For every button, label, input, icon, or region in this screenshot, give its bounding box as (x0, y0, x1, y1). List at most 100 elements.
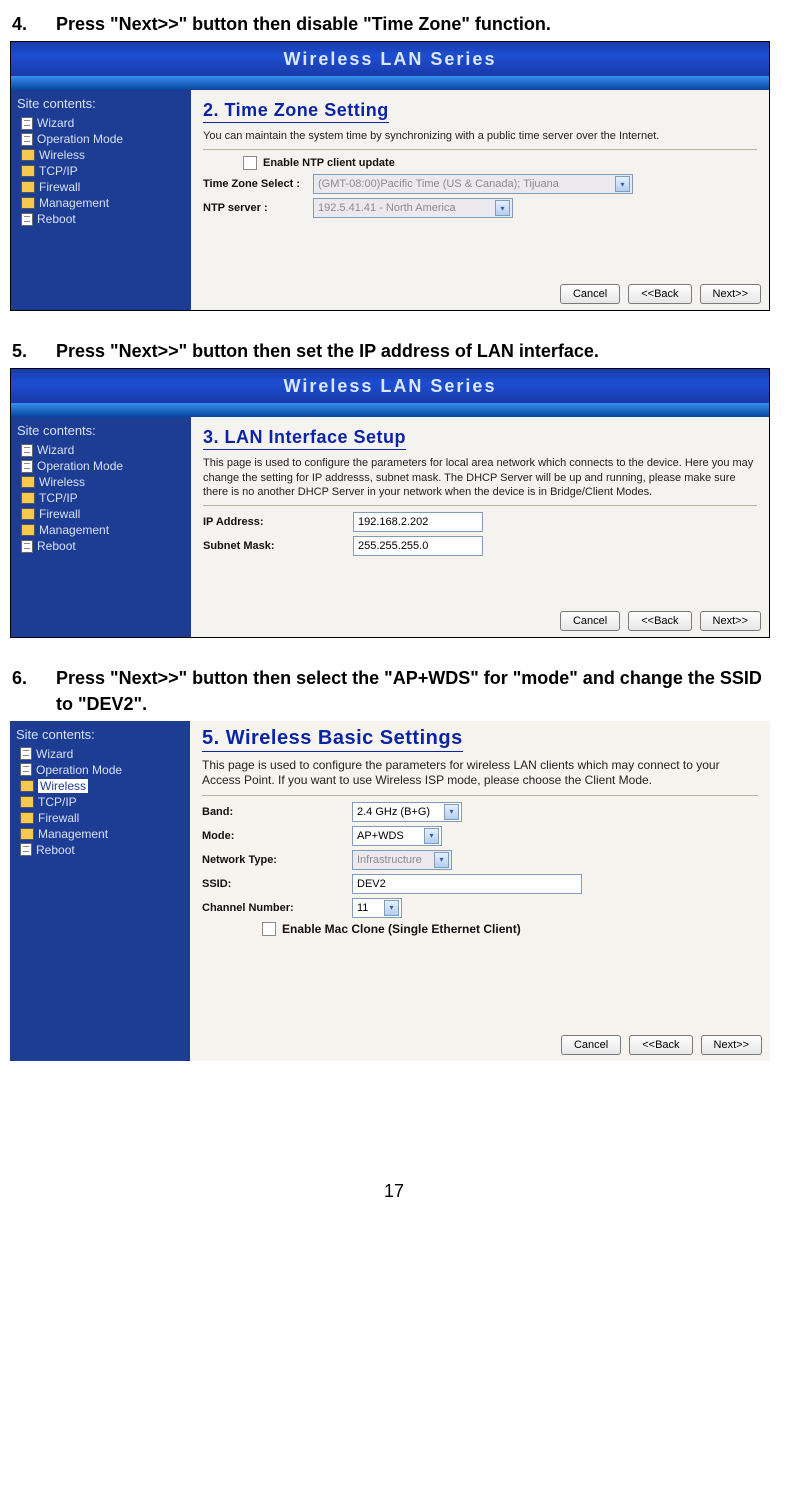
tz-select[interactable]: (GMT-08:00)Pacific Time (US & Canada); T… (313, 174, 633, 194)
step6-instruction: 6. Press "Next>>" button then select the… (10, 664, 778, 720)
section-title: 3. LAN Interface Setup (203, 427, 406, 450)
mode-label: Mode: (202, 830, 352, 842)
band-label: Band: (202, 806, 352, 818)
content-area: 5. Wireless Basic Settings This page is … (190, 721, 770, 1061)
sidebar-title: Site contents: (17, 423, 187, 438)
page-icon (20, 747, 32, 760)
folder-icon (21, 165, 35, 177)
band-select[interactable]: 2.4 GHz (B+G) ▾ (352, 802, 462, 822)
channel-label: Channel Number: (202, 902, 352, 914)
sidebar-item-tcpip[interactable]: TCP/IP (15, 163, 187, 179)
page-icon (21, 540, 33, 553)
chevron-down-icon: ▾ (424, 828, 439, 844)
folder-icon (21, 524, 35, 536)
sidebar-title: Site contents: (17, 96, 187, 111)
step4-instruction: 4. Press "Next>>" button then disable "T… (10, 10, 778, 41)
content-area: 2. Time Zone Setting You can maintain th… (191, 90, 769, 310)
step4-number: 4. (10, 12, 56, 37)
sidebar-item-reboot[interactable]: Reboot (15, 211, 187, 227)
cancel-button[interactable]: Cancel (560, 611, 620, 631)
sidebar-item-management[interactable]: Management (15, 195, 187, 211)
chevron-down-icon: ▾ (495, 200, 510, 216)
ntp-select[interactable]: 192.5.41.41 - North America ▾ (313, 198, 513, 218)
screenshot-step4: Wireless LAN Series Site contents: Wizar… (10, 41, 770, 311)
folder-icon (21, 476, 35, 488)
button-bar: Cancel <<Back Next>> (561, 1035, 762, 1055)
chevron-down-icon: ▾ (384, 900, 399, 916)
page-icon (21, 213, 33, 226)
button-bar: Cancel <<Back Next>> (560, 611, 761, 631)
mask-label: Subnet Mask: (203, 540, 353, 552)
banner-stripe (11, 76, 769, 90)
page-icon (20, 763, 32, 776)
ip-label: IP Address: (203, 516, 353, 528)
page-icon (21, 444, 33, 457)
sidebar: Site contents: Wizard Operation Mode Wir… (11, 90, 191, 310)
sidebar-item-opmode[interactable]: Operation Mode (15, 131, 187, 147)
sidebar-item-firewall[interactable]: Firewall (14, 810, 186, 826)
section-desc: This page is used to configure the param… (202, 758, 758, 789)
back-button[interactable]: <<Back (628, 611, 691, 631)
sidebar-item-wireless[interactable]: Wireless (14, 778, 186, 794)
sidebar-item-wireless[interactable]: Wireless (15, 147, 187, 163)
cancel-button[interactable]: Cancel (560, 284, 620, 304)
enable-ntp-checkbox[interactable] (243, 156, 257, 170)
chevron-down-icon: ▾ (434, 852, 449, 868)
sidebar-item-opmode[interactable]: Operation Mode (14, 762, 186, 778)
folder-icon (20, 812, 34, 824)
sidebar-item-tcpip[interactable]: TCP/IP (15, 490, 187, 506)
sidebar-item-management[interactable]: Management (14, 826, 186, 842)
banner: Wireless LAN Series (11, 369, 769, 403)
page-icon (21, 460, 33, 473)
step5-text: Press "Next>>" button then set the IP ad… (56, 339, 778, 364)
chevron-down-icon: ▾ (444, 804, 459, 820)
page-icon (20, 843, 32, 856)
sidebar-item-wizard[interactable]: Wizard (14, 746, 186, 762)
folder-icon (20, 828, 34, 840)
section-desc: You can maintain the system time by sync… (203, 129, 757, 143)
folder-icon (21, 181, 35, 193)
sidebar-item-management[interactable]: Management (15, 522, 187, 538)
folder-icon (21, 149, 35, 161)
sidebar-item-reboot[interactable]: Reboot (14, 842, 186, 858)
step5-number: 5. (10, 339, 56, 364)
step5-instruction: 5. Press "Next>>" button then set the IP… (10, 337, 778, 368)
screenshot-step5: Wireless LAN Series Site contents: Wizar… (10, 368, 770, 638)
ip-input[interactable] (353, 512, 483, 532)
mode-select[interactable]: AP+WDS ▾ (352, 826, 442, 846)
sidebar: Site contents: Wizard Operation Mode Wir… (10, 721, 190, 1061)
back-button[interactable]: <<Back (628, 284, 691, 304)
sidebar-item-wireless[interactable]: Wireless (15, 474, 187, 490)
sidebar-item-tcpip[interactable]: TCP/IP (14, 794, 186, 810)
folder-icon (21, 508, 35, 520)
ssid-input[interactable] (352, 874, 582, 894)
mask-input[interactable] (353, 536, 483, 556)
content-area: 3. LAN Interface Setup This page is used… (191, 417, 769, 637)
sidebar-item-firewall[interactable]: Firewall (15, 179, 187, 195)
next-button[interactable]: Next>> (700, 284, 761, 304)
banner-title: Wireless LAN Series (284, 42, 497, 76)
ssid-label: SSID: (202, 878, 352, 890)
cancel-button[interactable]: Cancel (561, 1035, 621, 1055)
channel-select[interactable]: 11 ▾ (352, 898, 402, 918)
chevron-down-icon: ▾ (615, 176, 630, 192)
next-button[interactable]: Next>> (701, 1035, 762, 1055)
folder-icon (21, 492, 35, 504)
sidebar-item-wizard[interactable]: Wizard (15, 442, 187, 458)
mac-clone-checkbox[interactable] (262, 922, 276, 936)
banner-title: Wireless LAN Series (284, 369, 497, 403)
sidebar: Site contents: Wizard Operation Mode Wir… (11, 417, 191, 637)
page-number: 17 (10, 1181, 778, 1202)
button-bar: Cancel <<Back Next>> (560, 284, 761, 304)
sidebar-item-wizard[interactable]: Wizard (15, 115, 187, 131)
sidebar-item-firewall[interactable]: Firewall (15, 506, 187, 522)
enable-ntp-label: Enable NTP client update (263, 157, 395, 169)
ntp-label: NTP server : (203, 202, 313, 214)
next-button[interactable]: Next>> (700, 611, 761, 631)
nettype-select[interactable]: Infrastructure ▾ (352, 850, 452, 870)
screenshot-step6: Site contents: Wizard Operation Mode Wir… (10, 721, 770, 1061)
sidebar-item-reboot[interactable]: Reboot (15, 538, 187, 554)
banner: Wireless LAN Series (11, 42, 769, 76)
back-button[interactable]: <<Back (629, 1035, 692, 1055)
sidebar-item-opmode[interactable]: Operation Mode (15, 458, 187, 474)
